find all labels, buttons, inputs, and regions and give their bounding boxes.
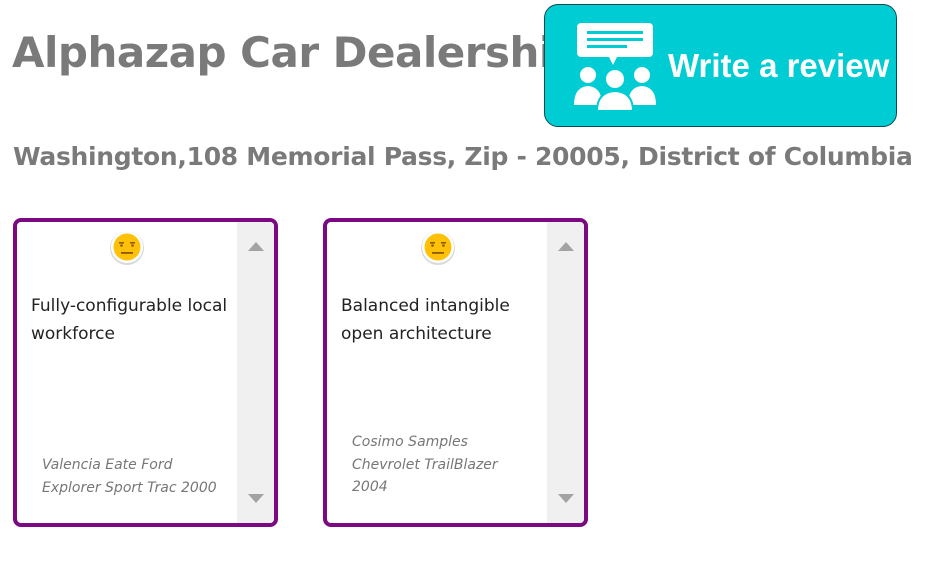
scrollbar[interactable] <box>237 222 274 523</box>
review-author-name: Valencia Eate Ford <box>42 457 173 473</box>
review-text: Balanced intangible open architecture <box>341 296 510 344</box>
review-author: Cosimo Samples Chevrolet TrailBlazer 200… <box>352 431 532 499</box>
scroll-down-icon[interactable] <box>558 494 574 503</box>
review-author: Valencia Eate Ford Explorer Sport Trac 2… <box>42 454 222 499</box>
review-card-content: Balanced intangible open architecture Co… <box>327 222 542 523</box>
dealer-address: Washington,108 Memorial Pass, Zip - 2000… <box>13 142 913 171</box>
scroll-down-icon[interactable] <box>248 494 264 503</box>
review-author-name: Cosimo Samples <box>352 434 468 450</box>
scrollbar[interactable] <box>547 222 584 523</box>
scroll-up-icon[interactable] <box>248 242 264 251</box>
people-comment-icon <box>574 23 656 111</box>
neutral-face-icon <box>421 231 455 265</box>
review-author-car: Explorer Sport Trac 2000 <box>42 479 217 496</box>
review-author-year: 2004 <box>352 479 388 495</box>
review-card: Balanced intangible open architecture Co… <box>323 218 588 527</box>
page-title: Alphazap Car Dealership <box>12 28 583 77</box>
write-review-button[interactable]: Write a review <box>544 4 897 127</box>
scroll-up-icon[interactable] <box>558 242 574 251</box>
write-review-label: Write a review <box>668 47 890 84</box>
review-author-car: Chevrolet TrailBlazer <box>352 456 498 473</box>
review-text: Fully-configurable local workforce <box>31 296 228 344</box>
page: Alphazap Car Dealership Write a review W… <box>0 0 949 564</box>
review-card-content: Fully-configurable local workforce Valen… <box>17 222 232 523</box>
neutral-face-icon <box>110 231 144 265</box>
review-card: Fully-configurable local workforce Valen… <box>13 218 278 527</box>
